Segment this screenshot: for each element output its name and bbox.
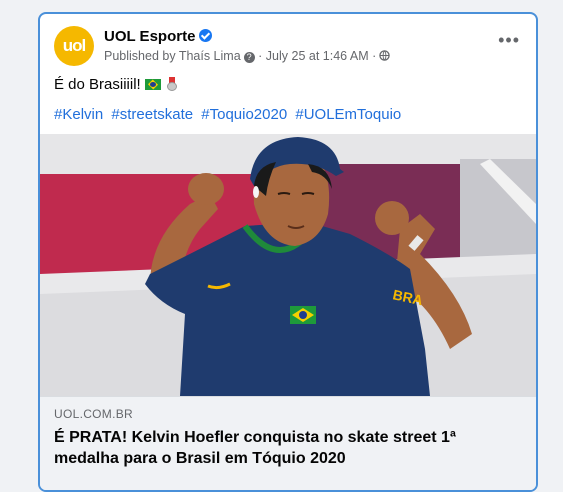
- hashtag-uolemtoquio[interactable]: #UOLEmToquio: [295, 106, 401, 123]
- page-name[interactable]: UOL Esporte: [104, 28, 195, 45]
- hashtag-kelvin[interactable]: #Kelvin: [54, 106, 103, 123]
- post-meta: Published by Thaís Lima? · July 25 at 1:…: [104, 49, 391, 63]
- published-by[interactable]: Published by Thaís Lima: [104, 49, 241, 63]
- hashtag-streetskate[interactable]: #streetskate: [111, 106, 193, 123]
- post-timestamp[interactable]: July 25 at 1:46 AM: [266, 49, 369, 63]
- hashtags: #Kelvin #streetskate #Toquio2020 #UOLEmT…: [54, 106, 405, 123]
- link-preview[interactable]: UOL.COM.BR É PRATA! Kelvin Hoefler conqu…: [40, 396, 536, 490]
- question-icon[interactable]: ?: [243, 52, 255, 63]
- page-name-link[interactable]: UOL Esporte: [104, 28, 213, 45]
- hashtag-toquio2020[interactable]: #Toquio2020: [201, 106, 287, 123]
- post-body: É do Brasiiiil!: [54, 76, 141, 93]
- post-card: uol UOL Esporte Published by Thaís Lima?…: [38, 12, 538, 492]
- post-text: É do Brasiiiil!: [54, 76, 177, 93]
- link-title[interactable]: É PRATA! Kelvin Hoefler conquista no ska…: [54, 427, 494, 469]
- more-options-icon[interactable]: •••: [498, 30, 520, 51]
- post-header: uol UOL Esporte Published by Thaís Lima?…: [54, 26, 522, 70]
- link-domain: UOL.COM.BR: [54, 407, 134, 421]
- meta-separator-2: ·: [372, 49, 377, 63]
- verified-badge-icon: [199, 29, 213, 42]
- post-photo[interactable]: BRA: [40, 134, 536, 396]
- page-avatar[interactable]: uol: [54, 26, 94, 66]
- avatar-logo-text: uol: [62, 36, 86, 55]
- skater-photo: BRA: [40, 134, 536, 396]
- medal-emoji: [166, 77, 177, 91]
- meta-separator: ·: [258, 49, 263, 63]
- globe-icon[interactable]: [379, 50, 391, 61]
- brazil-flag-emoji: [144, 79, 161, 90]
